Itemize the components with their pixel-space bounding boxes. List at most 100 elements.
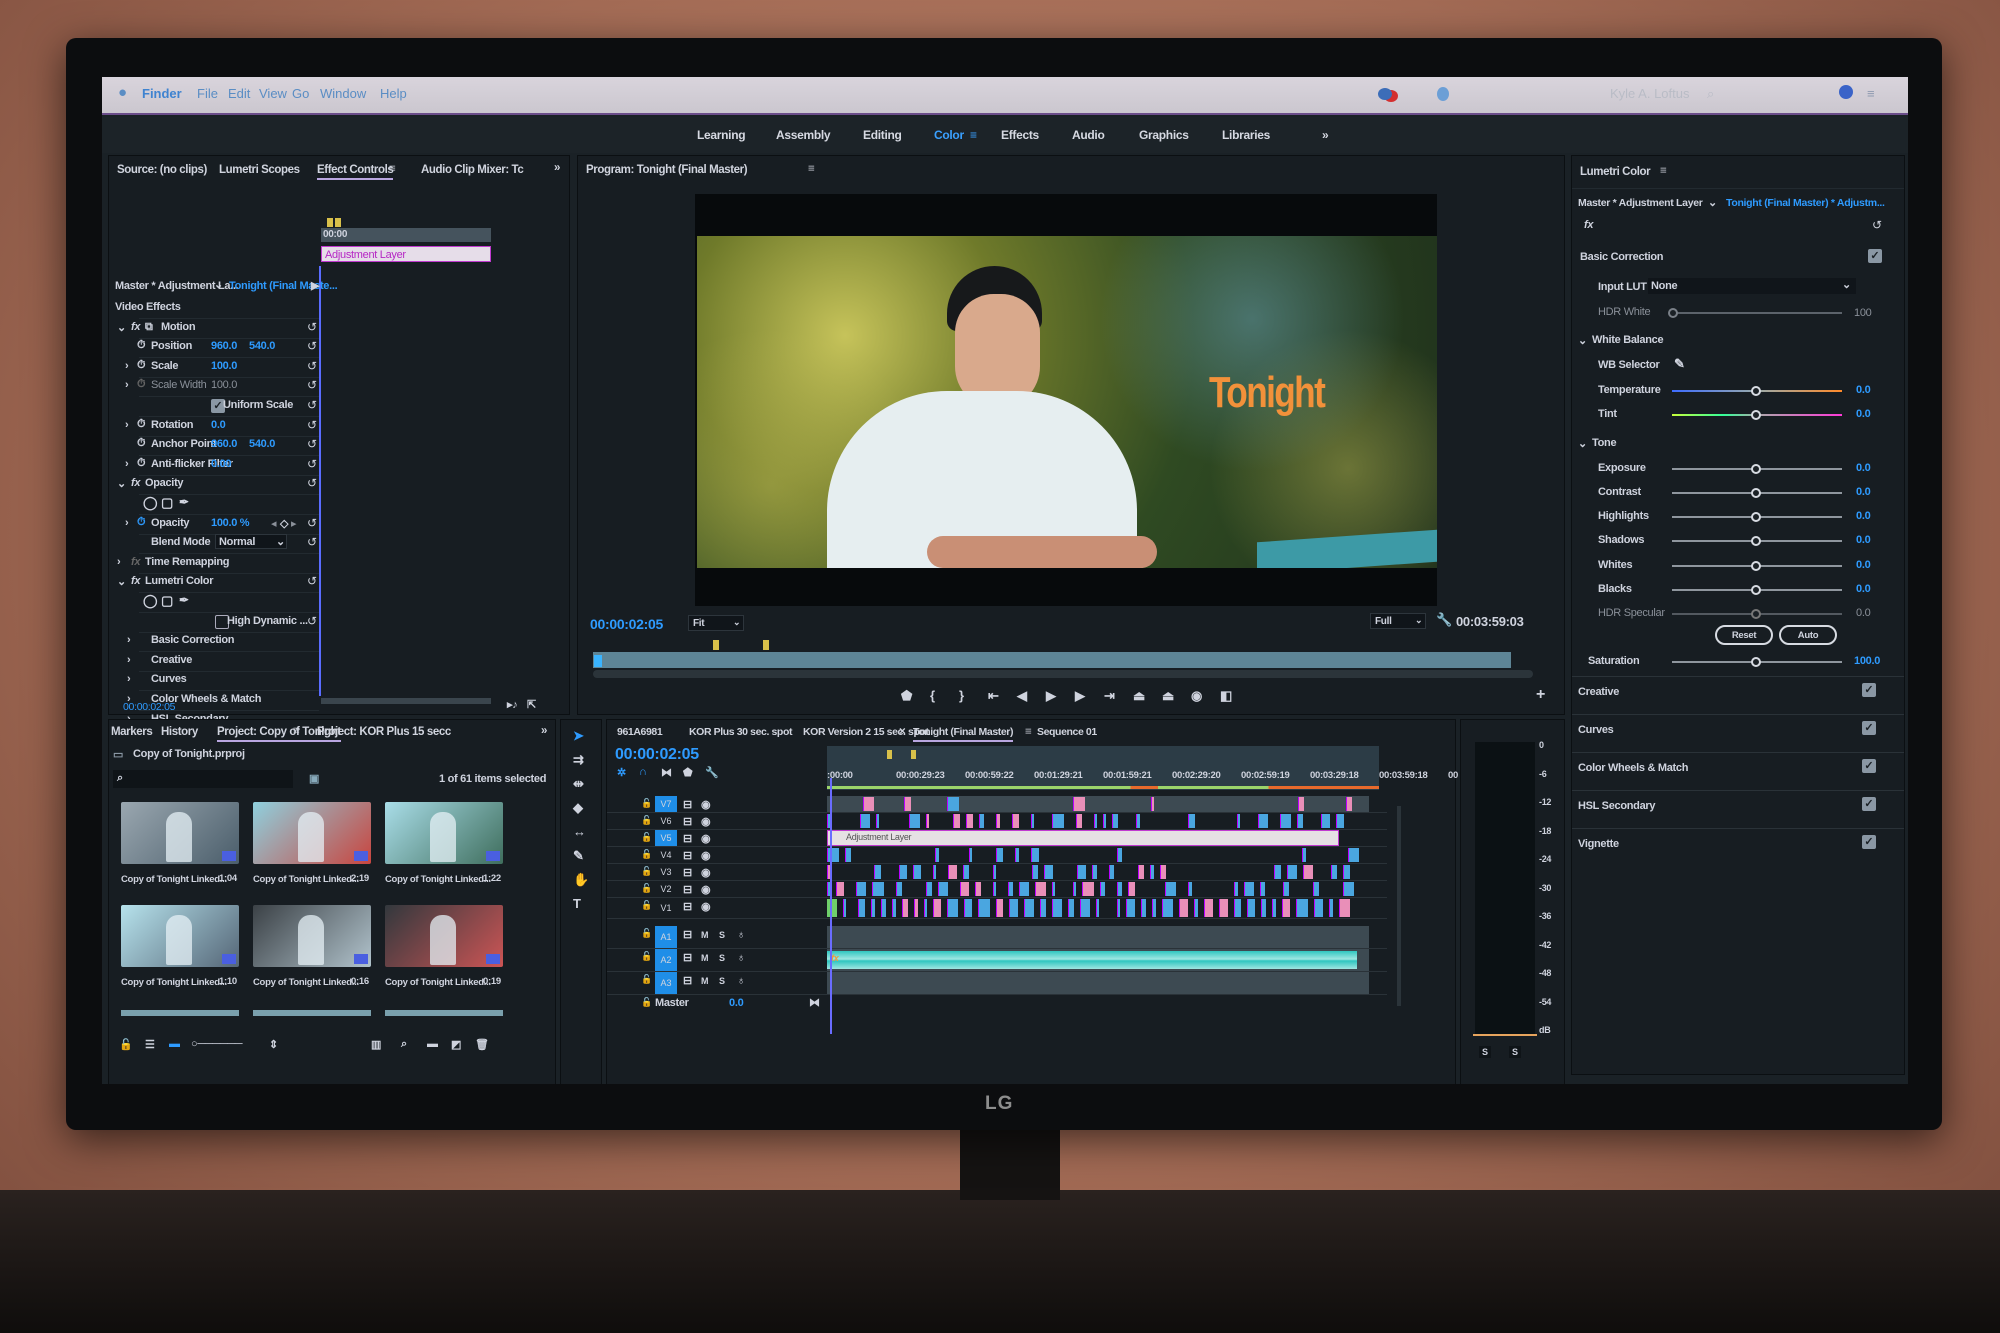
video-clip[interactable]	[913, 865, 921, 879]
zoom-slider[interactable]: ○──────	[191, 1038, 243, 1050]
workspace-tab-audio[interactable]: Audio	[1072, 128, 1105, 142]
video-clip[interactable]	[863, 797, 874, 811]
panel-menu-icon[interactable]: ≡	[389, 163, 396, 175]
property-value[interactable]: 960.0	[211, 438, 237, 450]
lock-icon[interactable]: 🔓	[641, 849, 652, 860]
search-input[interactable]: ⌕	[113, 770, 293, 788]
tone-header[interactable]: ⌄	[1578, 437, 1587, 450]
reset-icon[interactable]: ↺	[1872, 218, 1882, 232]
section-checkbox[interactable]: ✓	[1862, 683, 1876, 697]
type-tool-icon[interactable]: T	[573, 896, 581, 911]
tab-project-kor-plus-15-secc[interactable]: Project: KOR Plus 15 secc	[317, 726, 451, 738]
audio-clip[interactable]: fx	[827, 951, 1357, 969]
video-clip[interactable]	[1052, 814, 1064, 828]
workspace-tab-color[interactable]: Color	[934, 128, 964, 142]
video-clip[interactable]	[926, 882, 932, 896]
video-clip[interactable]	[1073, 882, 1076, 896]
extract-icon[interactable]: ⏏	[1162, 688, 1174, 704]
user-name[interactable]: Kyle A. Loftus	[1610, 86, 1690, 101]
marker-icon[interactable]	[887, 750, 892, 759]
stopwatch-icon[interactable]: ⏱	[137, 359, 146, 372]
video-clip[interactable]	[1343, 882, 1354, 896]
video-clip[interactable]	[1112, 814, 1118, 828]
video-clip[interactable]	[969, 848, 972, 862]
wrench-icon[interactable]: 🔧	[1436, 612, 1452, 628]
export-frame-icon[interactable]: ⇱	[527, 698, 536, 711]
video-clip[interactable]	[1015, 848, 1019, 862]
voiceover-mic-icon[interactable]: ♁	[737, 975, 745, 987]
clip-name[interactable]: Copy of Tonight Linked...	[253, 874, 359, 885]
voiceover-mic-icon[interactable]: ♁	[737, 952, 745, 964]
video-clip[interactable]	[872, 882, 884, 896]
go-to-in-icon[interactable]: ⇤	[988, 688, 999, 704]
video-clip[interactable]	[1283, 882, 1289, 896]
track-target-v5[interactable]: V5	[655, 830, 677, 846]
property-value[interactable]: 100.0 %	[211, 517, 250, 529]
video-clip[interactable]	[1179, 899, 1188, 917]
slider-value-contrast[interactable]: 0.0	[1856, 486, 1871, 498]
video-clip[interactable]	[1234, 899, 1241, 917]
video-clip[interactable]	[1296, 899, 1308, 917]
reset-icon[interactable]: ↺	[307, 418, 317, 432]
video-clip[interactable]	[1052, 899, 1062, 917]
video-clip[interactable]	[1044, 865, 1053, 879]
wrench-icon[interactable]: 🔧	[705, 766, 719, 779]
clip-thumbnail[interactable]	[253, 802, 371, 864]
auto-button[interactable]: Auto	[1779, 625, 1837, 645]
play-icon[interactable]: ▶	[1046, 688, 1056, 704]
property-value[interactable]: 0.0	[211, 419, 226, 431]
video-clip[interactable]	[1035, 882, 1046, 896]
icon-view-icon[interactable]: ▬	[169, 1038, 180, 1050]
video-clip[interactable]	[1274, 865, 1281, 879]
input-lut-dropdown[interactable]: None ⌄	[1648, 278, 1856, 294]
workspace-tab-editing[interactable]: Editing	[863, 128, 902, 142]
video-clip[interactable]	[996, 814, 1000, 828]
video-clip[interactable]	[1096, 899, 1099, 917]
video-clip[interactable]	[1109, 865, 1114, 879]
video-clip[interactable]	[1261, 899, 1266, 917]
video-clip[interactable]	[1258, 814, 1268, 828]
sync-lock-icon[interactable]: ⊟	[683, 951, 692, 964]
track-target-v6[interactable]: V6	[655, 813, 677, 829]
video-clip[interactable]	[1073, 797, 1085, 811]
workspace-tab-graphics[interactable]: Graphics	[1139, 128, 1189, 142]
slider-value-saturation[interactable]: 100.0	[1854, 655, 1880, 667]
reset-icon[interactable]: ↺	[307, 398, 317, 412]
close-tab-icon[interactable]: ×	[899, 726, 906, 738]
go-to-out-icon[interactable]: ⇥	[1104, 688, 1115, 704]
video-clip[interactable]	[1272, 899, 1276, 917]
time-ruler[interactable]	[827, 746, 1379, 790]
sync-lock-icon[interactable]: ⊟	[683, 849, 692, 862]
find-icon[interactable]: ⌕	[401, 1038, 407, 1051]
clip-thumbnail[interactable]	[121, 1010, 239, 1016]
zoom-scrollbar[interactable]	[321, 698, 491, 704]
video-clip[interactable]	[1076, 814, 1082, 828]
reset-icon[interactable]: ↺	[307, 476, 317, 490]
video-clip[interactable]	[1032, 865, 1038, 879]
video-clip[interactable]	[874, 865, 881, 879]
video-clip[interactable]	[1100, 882, 1105, 896]
tab-tonight-final-master[interactable]: Tonight (Final Master)	[913, 726, 1013, 742]
lock-icon[interactable]: 🔓	[641, 832, 652, 843]
sync-lock-icon[interactable]: ⊟	[683, 883, 692, 896]
video-clip[interactable]	[1297, 814, 1303, 828]
track-target-v3[interactable]: V3	[655, 864, 677, 880]
lumetri-section-basic-correction[interactable]: Basic Correction	[151, 634, 235, 646]
more-workspaces-icon[interactable]: »	[1322, 128, 1329, 142]
mute-button[interactable]: M	[701, 953, 709, 963]
property-value[interactable]: 0.00	[211, 458, 232, 470]
workspace-tab-effects[interactable]: Effects	[1001, 128, 1039, 142]
program-scrubber[interactable]	[593, 652, 1511, 668]
video-clip[interactable]	[1188, 882, 1192, 896]
clip-thumbnail[interactable]	[121, 802, 239, 864]
effect-time-remapping[interactable]: Time Remapping	[145, 556, 230, 568]
add-button-icon[interactable]: +	[1536, 686, 1545, 704]
mark-out-icon[interactable]: }	[959, 688, 964, 703]
slider-knob[interactable]	[1751, 464, 1761, 474]
sync-lock-icon[interactable]: ⊟	[683, 900, 692, 913]
video-clip[interactable]	[953, 814, 960, 828]
lock-icon[interactable]: 🔓	[641, 928, 652, 939]
video-clip[interactable]	[1024, 899, 1034, 917]
mute-button[interactable]: M	[701, 976, 709, 986]
lumetri-section-creative[interactable]: Creative	[1578, 686, 1619, 698]
